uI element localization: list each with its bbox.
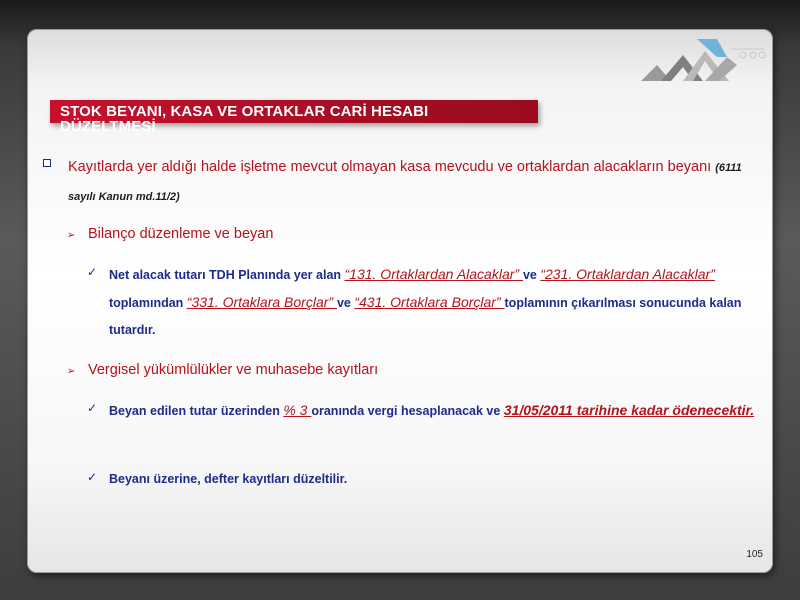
account-431: “431. Ortaklara Borçlar” bbox=[354, 294, 505, 310]
account-131: “131. Ortaklardan Alacaklar” bbox=[344, 266, 523, 282]
list-item-beyan-tutar: Beyan edilen tutar üzerinden % 3 oranınd… bbox=[109, 397, 759, 425]
arrow-bullet-icon: ➢ bbox=[67, 366, 76, 377]
slide: STOK BEYANI, KASA VE ORTAKLAR CARİ HESAB… bbox=[27, 29, 773, 573]
account-231: “231. Ortaklardan Alacaklar” bbox=[540, 266, 715, 282]
arrow-bullet-icon: ➢ bbox=[67, 230, 76, 241]
checkmark-icon: ✓ bbox=[87, 470, 98, 484]
list-item-net-alacak: Net alacak tutarı TDH Planında yer alan … bbox=[109, 261, 759, 344]
item-text: ve bbox=[522, 268, 541, 282]
main-point-text: Kayıtlarda yer aldığı halde işletme mevc… bbox=[68, 159, 712, 175]
item-text: Net alacak tutarı TDH Planında yer alan bbox=[109, 268, 345, 282]
item-text: ve bbox=[336, 296, 355, 310]
checkmark-icon: ✓ bbox=[87, 265, 98, 279]
account-331: “331. Ortaklara Borçlar” bbox=[186, 294, 337, 310]
slide-title-line1: STOK BEYANI, KASA VE ORTAKLAR CARİ HESAB… bbox=[60, 103, 429, 120]
checkmark-icon: ✓ bbox=[87, 401, 98, 415]
list-item-defter: Beyanı üzerine, defter kayıtları düzelti… bbox=[109, 466, 759, 493]
square-bullet-icon bbox=[43, 159, 51, 167]
item-text: oranında vergi hesaplanacak ve bbox=[311, 404, 504, 418]
slide-title-line2: DÜZELTMESİ bbox=[60, 118, 156, 135]
company-logo bbox=[641, 39, 766, 81]
section-heading-vergisel: Vergisel yükümlülükler ve muhasebe kayıt… bbox=[88, 362, 379, 378]
item-text: toplamından bbox=[109, 296, 187, 310]
page-number: 105 bbox=[746, 549, 763, 560]
item-text: Beyan edilen tutar üzerinden bbox=[109, 404, 284, 418]
tax-rate: % 3 bbox=[283, 402, 312, 418]
item-text: Beyanı üzerine, defter kayıtları düzelti… bbox=[109, 472, 348, 486]
slide-title: STOK BEYANI, KASA VE ORTAKLAR CARİ HESAB… bbox=[60, 104, 530, 134]
main-point: Kayıtlarda yer aldığı halde işletme mevc… bbox=[68, 153, 758, 211]
payment-deadline: 31/05/2011 tarihine kadar ödenecektir. bbox=[503, 402, 755, 418]
section-heading-bilanco: Bilanço düzenleme ve beyan bbox=[88, 226, 274, 242]
